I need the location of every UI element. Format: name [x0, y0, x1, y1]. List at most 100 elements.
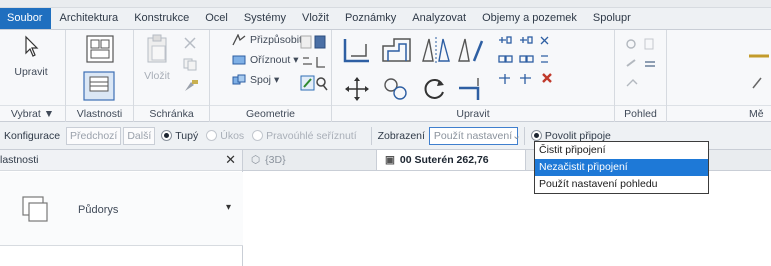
tab-poznamky[interactable]: Poznámky	[337, 8, 404, 29]
cut-geometry-icon	[232, 55, 246, 65]
tab-spolupracovat[interactable]: Spolupr	[585, 8, 639, 29]
previous-button[interactable]: Předchozí	[66, 126, 122, 145]
dropdown-option-pouzit-nastaveni-pohledu[interactable]: Použít nastavení pohledu	[535, 176, 708, 193]
view-tab-suteren-label: 00 Suterén 262,76	[399, 154, 489, 166]
clipboard-panel-footer: Schránka	[134, 105, 209, 122]
align-icon[interactable]	[342, 36, 372, 64]
type-properties-icon[interactable]	[82, 70, 116, 102]
display-select[interactable]: Použít nastavení ⌄	[428, 126, 521, 145]
rotate-icon[interactable]	[420, 76, 448, 102]
quick-access-toolbar	[0, 0, 771, 8]
tab-objemy-a-pozemek[interactable]: Objemy a pozemek	[474, 8, 585, 29]
radio-tupy[interactable]: Tupý	[161, 130, 198, 142]
paste-icon	[147, 34, 167, 63]
geometry-tools-icons[interactable]	[300, 34, 328, 50]
cut-geometry-button[interactable]: Oříznout ▾	[232, 54, 299, 66]
view-tab-suteren[interactable]: ▣ 00 Suterén 262,76	[376, 150, 526, 170]
modify-label: Upravit	[14, 66, 48, 78]
radio-pravouhle-label: Pravoúhlé seříznutí	[266, 129, 357, 142]
modify-panel-footer: Upravit	[332, 105, 614, 122]
wall-joins-icon[interactable]	[300, 54, 328, 70]
chevron-down-icon: ⌄	[512, 129, 521, 142]
measure-icons[interactable]	[745, 48, 771, 98]
mirror-draw-axis-icon[interactable]	[456, 36, 488, 64]
cut-icon[interactable]	[182, 36, 198, 50]
panel-view: Pohled	[615, 30, 667, 122]
move-icon[interactable]	[344, 76, 370, 102]
tab-systemy[interactable]: Systémy	[236, 8, 294, 29]
options-separator-2	[523, 126, 525, 145]
options-separator	[370, 126, 372, 145]
cope-label: Přizpůsobit	[250, 34, 302, 46]
tab-analyzovat[interactable]: Analyzovat	[404, 8, 474, 29]
radio-ukos-dot	[206, 130, 218, 141]
tab-konstrukce[interactable]: Konstrukce	[126, 8, 197, 29]
properties-palette: lastnosti ✕ Půdorys ▾	[0, 150, 243, 266]
join-geometry-label: Spoj	[250, 74, 272, 86]
cope-icon	[232, 34, 246, 46]
view-tab-3d[interactable]: ⬡ {3D}	[243, 150, 376, 170]
view-tab-3d-label: {3D}	[265, 154, 286, 166]
radio-tupy-dot	[161, 130, 173, 141]
properties-palette-header: lastnosti ✕	[0, 150, 242, 171]
modify-button[interactable]: Upravit	[6, 34, 56, 78]
close-icon[interactable]: ✕	[225, 152, 236, 168]
trim-extend-corner-icon[interactable]	[456, 76, 486, 102]
radio-pravouhle[interactable]: Pravoúhlé seříznutí	[252, 129, 357, 142]
next-button[interactable]: Další	[123, 126, 156, 145]
cursor-arrow-icon	[25, 35, 39, 57]
join-geometry-icon	[232, 74, 246, 85]
type-dropdown-arrow: ▾	[226, 202, 232, 213]
select-panel-footer[interactable]: Vybrat ▼	[0, 105, 65, 122]
radio-ukos-label: Úkos	[220, 129, 245, 142]
join-dropdown-arrow: ▾	[274, 74, 280, 86]
match-properties-icon[interactable]	[182, 78, 200, 94]
join-geometry-button[interactable]: Spoj ▾	[232, 74, 279, 86]
copy-icon[interactable]	[182, 57, 198, 71]
properties-palette-title: lastnosti	[0, 154, 39, 166]
display-dropdown-list: Čistit připojení Nezačistit připojení Po…	[534, 141, 709, 194]
tab-ocel[interactable]: Ocel	[197, 8, 236, 29]
type-name: Půdorys	[78, 204, 119, 216]
display-select-value: Použít nastavení	[433, 129, 513, 142]
geometry-panel-footer: Geometrie	[210, 105, 331, 122]
configuration-label: Konfigurace	[4, 129, 61, 142]
radio-povolit-label: Povolit připoje	[544, 129, 611, 142]
dropdown-option-cistit[interactable]: Čistit připojení	[535, 142, 708, 159]
view-tools-icons[interactable]	[623, 36, 659, 96]
demolish-icon[interactable]	[300, 75, 328, 93]
ribbon-tab-bar: Soubor Architektura Konstrukce Ocel Syst…	[0, 8, 771, 30]
type-selector[interactable]: Půdorys ▾	[0, 172, 243, 246]
paste-button[interactable]: Vložit	[140, 34, 174, 82]
panel-modify: Upravit	[332, 30, 615, 122]
radio-pravouhle-dot	[252, 130, 264, 141]
radio-povolit[interactable]: Povolit připoje	[530, 129, 611, 142]
radio-tupy-label: Tupý	[175, 129, 199, 142]
panel-properties: Vlastnosti	[66, 30, 134, 122]
ribbon-body: Upravit Vybrat ▼ Vlastnosti Vložit Schrá…	[0, 30, 771, 122]
offset-icon[interactable]	[380, 36, 414, 64]
radio-povolit-dot	[530, 130, 542, 141]
tab-soubor[interactable]: Soubor	[0, 8, 52, 29]
tab-vlozit[interactable]: Vložit	[294, 8, 337, 29]
cope-button[interactable]: Přizpůsobit ▾	[232, 34, 310, 46]
mirror-pick-axis-icon[interactable]	[420, 36, 452, 64]
panel-geometry: Přizpůsobit ▾ Oříznout ▾ Spoj ▾ Geometri…	[210, 30, 332, 122]
dropdown-option-nezacistit[interactable]: Nezačistit připojení	[535, 159, 708, 176]
panel-clipboard: Vložit Schránka	[134, 30, 210, 122]
properties-icon[interactable]	[84, 34, 116, 64]
panel-measure: Mě	[667, 30, 771, 122]
paste-label: Vložit	[144, 70, 170, 82]
radio-ukos[interactable]: Úkos	[206, 130, 244, 142]
cut-dropdown-arrow: ▾	[293, 54, 299, 66]
properties-panel-footer: Vlastnosti	[66, 105, 133, 122]
copy-element-icon[interactable]	[382, 76, 410, 102]
floor-plan-view-icon: ▣	[385, 154, 395, 166]
panel-select: Upravit Vybrat ▼	[0, 30, 66, 122]
3d-view-icon: ⬡	[251, 154, 261, 166]
view-panel-footer: Pohled	[615, 105, 666, 122]
floor-plan-icon	[22, 196, 48, 222]
modify-small-tools-icons[interactable]	[496, 34, 566, 96]
tab-architektura[interactable]: Architektura	[51, 8, 126, 29]
cut-geometry-label: Oříznout	[250, 54, 291, 66]
